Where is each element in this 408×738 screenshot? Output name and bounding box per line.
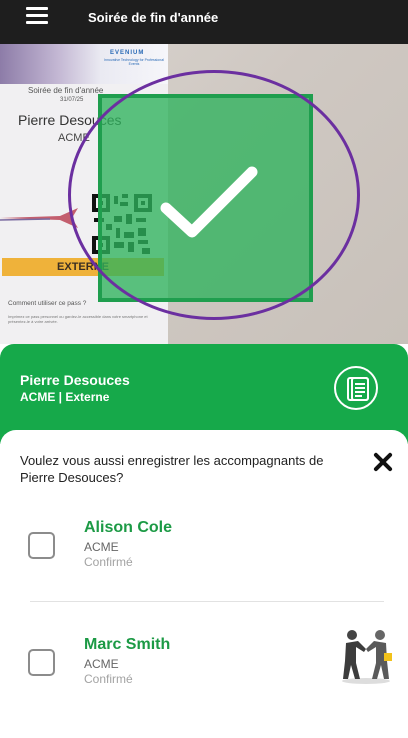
- attendee-company-category: ACME | Externe: [20, 390, 110, 404]
- badge-event-name: Soirée de fin d'année: [28, 86, 104, 95]
- attendee-name: Pierre Desouces: [20, 372, 130, 388]
- companion-row[interactable]: Alison Cole ACME Confirmé: [0, 508, 408, 598]
- page-title: Soirée de fin d'année: [88, 10, 219, 25]
- companion-company: ACME: [84, 540, 119, 554]
- attendee-details-button[interactable]: [334, 366, 378, 410]
- badge-brand-logo: EVENIUM: [110, 50, 145, 56]
- row-divider: [30, 601, 384, 602]
- companion-status: Confirmé: [84, 555, 133, 569]
- companions-sheet: Voulez vous aussi enregistrer les accomp…: [0, 430, 408, 738]
- companion-name: Marc Smith: [84, 636, 171, 653]
- attendee-panel: Pierre Desouces ACME | Externe: [0, 344, 408, 444]
- companion-status: Confirmé: [84, 672, 133, 686]
- companion-company: ACME: [84, 657, 119, 671]
- camera-scan-preview: EVENIUM Innovative Technology for Profes…: [0, 44, 408, 344]
- badge-date: 31/07/25: [60, 97, 84, 103]
- badge-help-text: Imprimez ce pass personnel ou gardez-le …: [8, 314, 148, 324]
- scan-highlight-circle: [68, 70, 360, 320]
- companion-checkbox[interactable]: [28, 649, 55, 676]
- hamburger-menu-icon[interactable]: [26, 7, 48, 25]
- document-icon: [347, 377, 369, 401]
- companion-checkbox[interactable]: [28, 532, 55, 559]
- companion-row[interactable]: Marc Smith ACME Confirmé: [0, 625, 408, 715]
- close-icon[interactable]: [372, 451, 394, 473]
- top-bar: Soirée de fin d'année: [0, 0, 408, 44]
- companion-name: Alison Cole: [84, 519, 173, 536]
- companions-question: Voulez vous aussi enregistrer les accomp…: [20, 453, 324, 485]
- badge-brand-tagline: Innovative Technology for Professional E…: [104, 58, 164, 66]
- handshake-icon: [342, 630, 392, 684]
